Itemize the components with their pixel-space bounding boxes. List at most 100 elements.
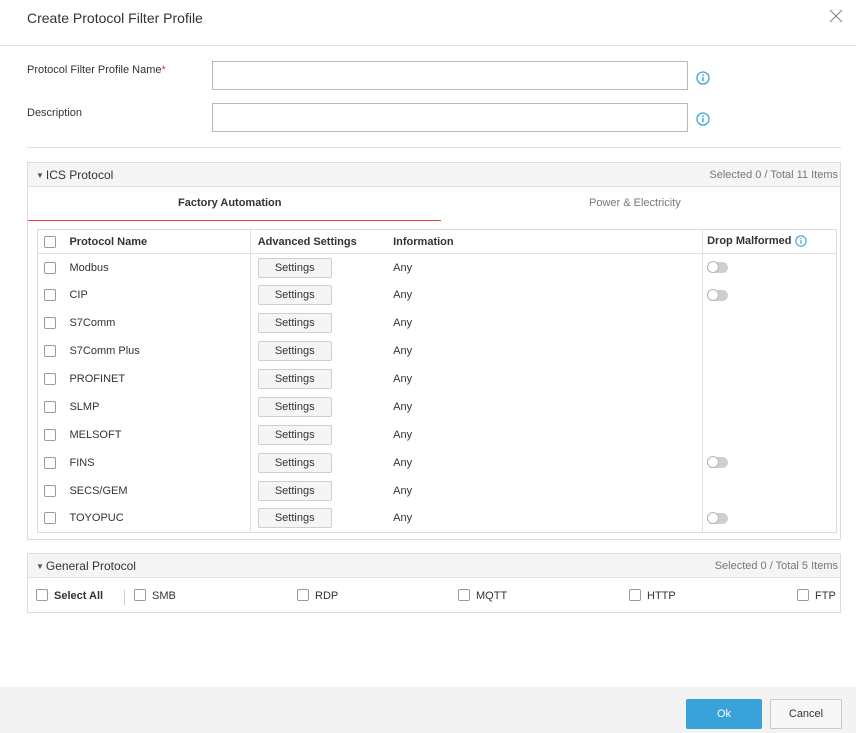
row-checkbox[interactable] xyxy=(44,400,57,413)
protocol-option-ftp[interactable]: FTP xyxy=(797,589,836,602)
ics-panel-title: ▼ ICS Protocol xyxy=(36,168,113,182)
information-cell: Any xyxy=(393,484,413,497)
drop-malformed-toggle[interactable] xyxy=(707,511,729,524)
checkbox[interactable] xyxy=(629,589,641,602)
settings-button[interactable]: Settings xyxy=(257,452,332,473)
table-row: SECS/GEM Settings Any xyxy=(38,476,837,505)
table-row: MELSOFT Settings Any xyxy=(38,420,837,449)
profile-name-label: Protocol Filter Profile Name* xyxy=(27,64,166,76)
row-checkbox[interactable] xyxy=(44,456,57,469)
select-all-label: Select All xyxy=(54,590,104,602)
general-protocol-panel: ▼ General Protocol Selected 0 / Total 5 I… xyxy=(27,553,841,613)
ics-protocol-table: Protocol Name Advanced Settings Informat… xyxy=(37,229,837,533)
protocol-name-cell: MELSOFT xyxy=(69,428,122,441)
drop-malformed-cell xyxy=(702,392,837,421)
collapse-caret-icon[interactable]: ▼ xyxy=(36,171,44,180)
row-checkbox[interactable] xyxy=(44,512,57,525)
select-all-rows-checkbox[interactable] xyxy=(44,235,57,248)
advanced-settings-cell: Settings xyxy=(249,448,387,477)
settings-button[interactable]: Settings xyxy=(257,257,332,278)
drop-malformed-cell xyxy=(702,476,837,505)
advanced-settings-cell: Settings xyxy=(249,392,387,421)
ics-title-text: ICS Protocol xyxy=(45,168,114,182)
select-all-checkbox[interactable]: Select All xyxy=(36,589,104,602)
protocol-option-smb[interactable]: SMB xyxy=(134,589,176,602)
required-mark: * xyxy=(161,64,166,76)
general-selected-count: Selected 0 / Total 5 Items xyxy=(714,560,838,572)
close-icon[interactable] xyxy=(828,8,844,24)
description-label: Description xyxy=(27,107,83,119)
row-checkbox[interactable] xyxy=(44,289,57,302)
active-tab-underline xyxy=(28,220,441,221)
advanced-settings-cell: Settings xyxy=(249,253,387,282)
protocol-name-cell: S7Comm xyxy=(69,317,116,330)
info-circle-icon[interactable] xyxy=(795,234,808,247)
information-cell: Any xyxy=(393,261,413,274)
drop-malformed-cell xyxy=(702,337,837,366)
info-circle-icon[interactable] xyxy=(696,71,710,85)
settings-button[interactable]: Settings xyxy=(257,508,332,529)
protocol-option-mqtt[interactable]: MQTT xyxy=(458,589,507,602)
row-checkbox[interactable] xyxy=(44,345,57,358)
information-cell: Any xyxy=(393,428,413,441)
drop-malformed-toggle[interactable] xyxy=(707,261,729,274)
row-checkbox[interactable] xyxy=(44,261,57,274)
row-checkbox[interactable] xyxy=(44,317,57,330)
cancel-button[interactable]: Cancel xyxy=(770,699,842,729)
drop-malformed-cell xyxy=(702,253,837,282)
col-advanced-settings: Advanced Settings xyxy=(249,229,387,254)
checkbox[interactable] xyxy=(797,589,809,602)
settings-button[interactable]: Settings xyxy=(257,480,332,501)
ics-panel-header[interactable]: ▼ ICS Protocol Selected 0 / Total 11 Item… xyxy=(28,163,840,187)
profile-name-input[interactable] xyxy=(212,61,688,90)
table-row: CIP Settings Any xyxy=(38,281,837,310)
checkbox[interactable] xyxy=(458,589,470,602)
settings-button[interactable]: Settings xyxy=(257,369,332,389)
settings-button[interactable]: Settings xyxy=(257,341,332,362)
row-checkbox[interactable] xyxy=(44,484,57,497)
checkbox[interactable] xyxy=(297,589,309,602)
settings-button[interactable]: Settings xyxy=(257,396,332,417)
form-divider xyxy=(27,147,841,148)
advanced-settings-cell: Settings xyxy=(249,365,387,393)
drop-malformed-toggle[interactable] xyxy=(707,456,729,469)
settings-button[interactable]: Settings xyxy=(257,285,332,306)
protocol-option-label: SMB xyxy=(152,590,176,602)
row-select-cell xyxy=(38,365,63,393)
info-circle-icon[interactable] xyxy=(696,112,710,126)
protocol-name-cell: PROFINET xyxy=(69,373,126,385)
checkbox[interactable] xyxy=(36,589,48,602)
checkbox[interactable] xyxy=(134,589,146,602)
table-row: Modbus Settings Any xyxy=(38,253,837,282)
settings-button[interactable]: Settings xyxy=(257,313,332,334)
settings-button[interactable]: Settings xyxy=(257,424,332,445)
protocol-option-label: FTP xyxy=(815,590,836,602)
collapse-caret-icon[interactable]: ▼ xyxy=(36,562,44,571)
protocol-name-cell: SLMP xyxy=(69,400,100,413)
protocol-option-http[interactable]: HTTP xyxy=(629,589,676,602)
table-row: S7Comm Settings Any xyxy=(38,309,837,338)
row-select-cell xyxy=(38,505,63,533)
row-select-cell xyxy=(38,337,63,365)
description-input[interactable] xyxy=(212,103,688,132)
col-information: Information xyxy=(386,229,703,254)
table-row: FINS Settings Any xyxy=(38,448,837,477)
tab-power-electricity[interactable]: Power & Electricity xyxy=(589,197,681,209)
header-divider xyxy=(0,45,856,46)
protocol-option-rdp[interactable]: RDP xyxy=(297,589,338,602)
col-protocol-name: Protocol Name xyxy=(62,229,251,254)
protocol-name-cell: TOYOPUC xyxy=(69,512,124,525)
tab-factory-automation[interactable]: Factory Automation xyxy=(178,197,282,209)
row-select-cell xyxy=(38,254,63,282)
drop-malformed-toggle[interactable] xyxy=(707,288,729,301)
general-panel-header[interactable]: ▼ General Protocol Selected 0 / Total 5 I… xyxy=(28,554,840,578)
row-checkbox[interactable] xyxy=(44,428,57,441)
ok-button[interactable]: Ok xyxy=(686,699,762,729)
ics-selected-count: Selected 0 / Total 11 Items xyxy=(709,169,838,181)
information-cell: Any xyxy=(393,373,413,385)
row-checkbox[interactable] xyxy=(44,373,57,386)
information-cell: Any xyxy=(393,456,413,469)
protocol-name-cell: S7Comm Plus xyxy=(69,345,140,358)
protocol-name-cell: Modbus xyxy=(69,261,109,274)
drop-malformed-cell xyxy=(702,365,837,393)
